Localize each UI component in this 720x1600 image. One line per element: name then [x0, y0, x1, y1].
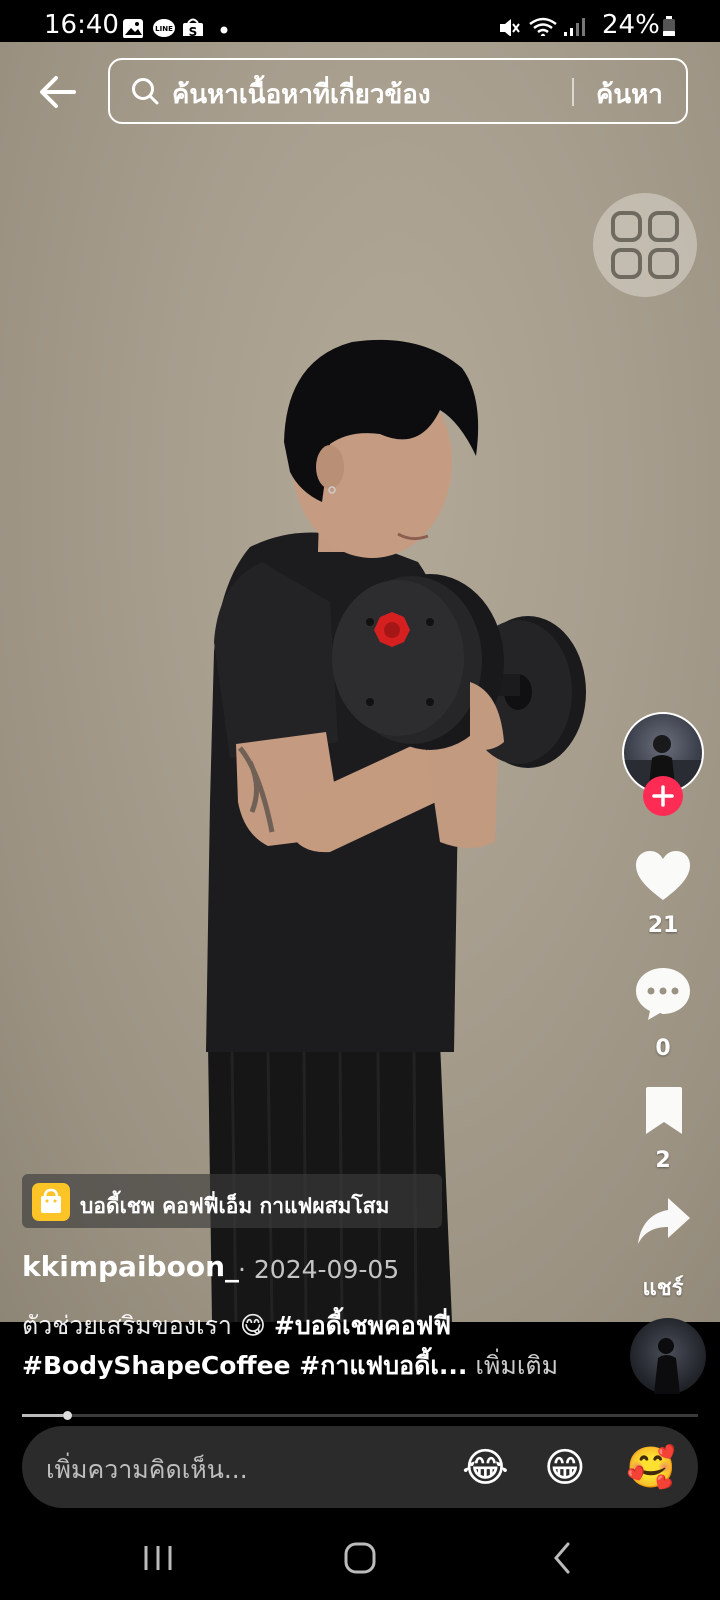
caption-line-1: ตัวช่วยเสริมของเรา 😋 #บอดี้เชพคอฟฟี่	[22, 1306, 451, 1346]
emoji-grin-button[interactable]: 😁	[544, 1444, 586, 1492]
gallery-icon	[123, 19, 143, 38]
music-disc-image	[654, 1338, 680, 1394]
svg-text:LINE: LINE	[155, 25, 173, 33]
comment-count: 0	[655, 1036, 671, 1061]
hashtag-links[interactable]: #BodyShapeCoffee #กาแฟบอดี้เ...	[22, 1351, 467, 1380]
recent-apps-icon[interactable]	[140, 1542, 176, 1574]
post-date: · 2024-09-05	[238, 1255, 400, 1284]
see-more-link[interactable]: เพิ่มเติม	[475, 1351, 558, 1380]
like-heart-icon[interactable]	[634, 850, 692, 902]
mute-icon	[500, 19, 520, 36]
comment-input[interactable]: เพิ่มความคิดเห็น...	[46, 1450, 248, 1490]
video-progress-handle[interactable]	[63, 1411, 72, 1420]
share-label: แชร์	[642, 1276, 684, 1301]
back-arrow-icon[interactable]	[36, 70, 80, 114]
status-time: 16:40	[44, 10, 119, 40]
follow-button[interactable]	[643, 776, 683, 816]
system-back-icon[interactable]	[548, 1540, 576, 1576]
grid-view-button[interactable]	[593, 193, 697, 297]
battery-percent: 24%	[602, 10, 660, 40]
music-disc[interactable]	[630, 1318, 706, 1394]
bookmark-icon[interactable]	[642, 1086, 686, 1136]
shopee-icon: S	[183, 18, 203, 36]
username[interactable]: kkimpaiboon_	[22, 1250, 239, 1283]
caption-line-2: #BodyShapeCoffee #กาแฟบอดี้เ... เพิ่มเติ…	[22, 1346, 558, 1386]
video-progress-bar[interactable]	[22, 1414, 698, 1417]
grid-icon	[611, 211, 679, 279]
save-count: 2	[655, 1148, 671, 1173]
shopping-bag-icon	[32, 1183, 70, 1221]
emoji-laughing-button[interactable]: 😂	[462, 1444, 509, 1492]
video-progress-fill	[22, 1414, 63, 1417]
signal-icon	[564, 18, 585, 36]
search-divider	[572, 78, 574, 106]
wifi-icon	[529, 17, 557, 36]
caption-text: ตัวช่วยเสริมของเรา 😋	[22, 1311, 274, 1340]
comment-icon[interactable]	[634, 966, 692, 1022]
search-submit-button[interactable]: ค้นหา	[596, 74, 663, 115]
svg-text:S: S	[189, 25, 198, 36]
plus-icon	[652, 785, 674, 807]
emoji-hearts-button[interactable]: 🥰	[626, 1444, 676, 1492]
like-count: 21	[647, 913, 679, 938]
search-icon	[132, 78, 159, 105]
hashtag-link[interactable]: #บอดี้เชพคอฟฟี่	[274, 1311, 451, 1340]
share-arrow-icon[interactable]	[636, 1196, 692, 1246]
battery-icon	[663, 16, 675, 36]
product-label: บอดี้เชพ คอฟฟี่เอ็ม กาแฟผสมโสม	[80, 1194, 390, 1218]
search-query: ค้นหาเนื้อหาที่เกี่ยวข้อง	[172, 80, 431, 110]
line-icon: LINE	[153, 19, 175, 37]
home-icon[interactable]	[342, 1540, 378, 1576]
